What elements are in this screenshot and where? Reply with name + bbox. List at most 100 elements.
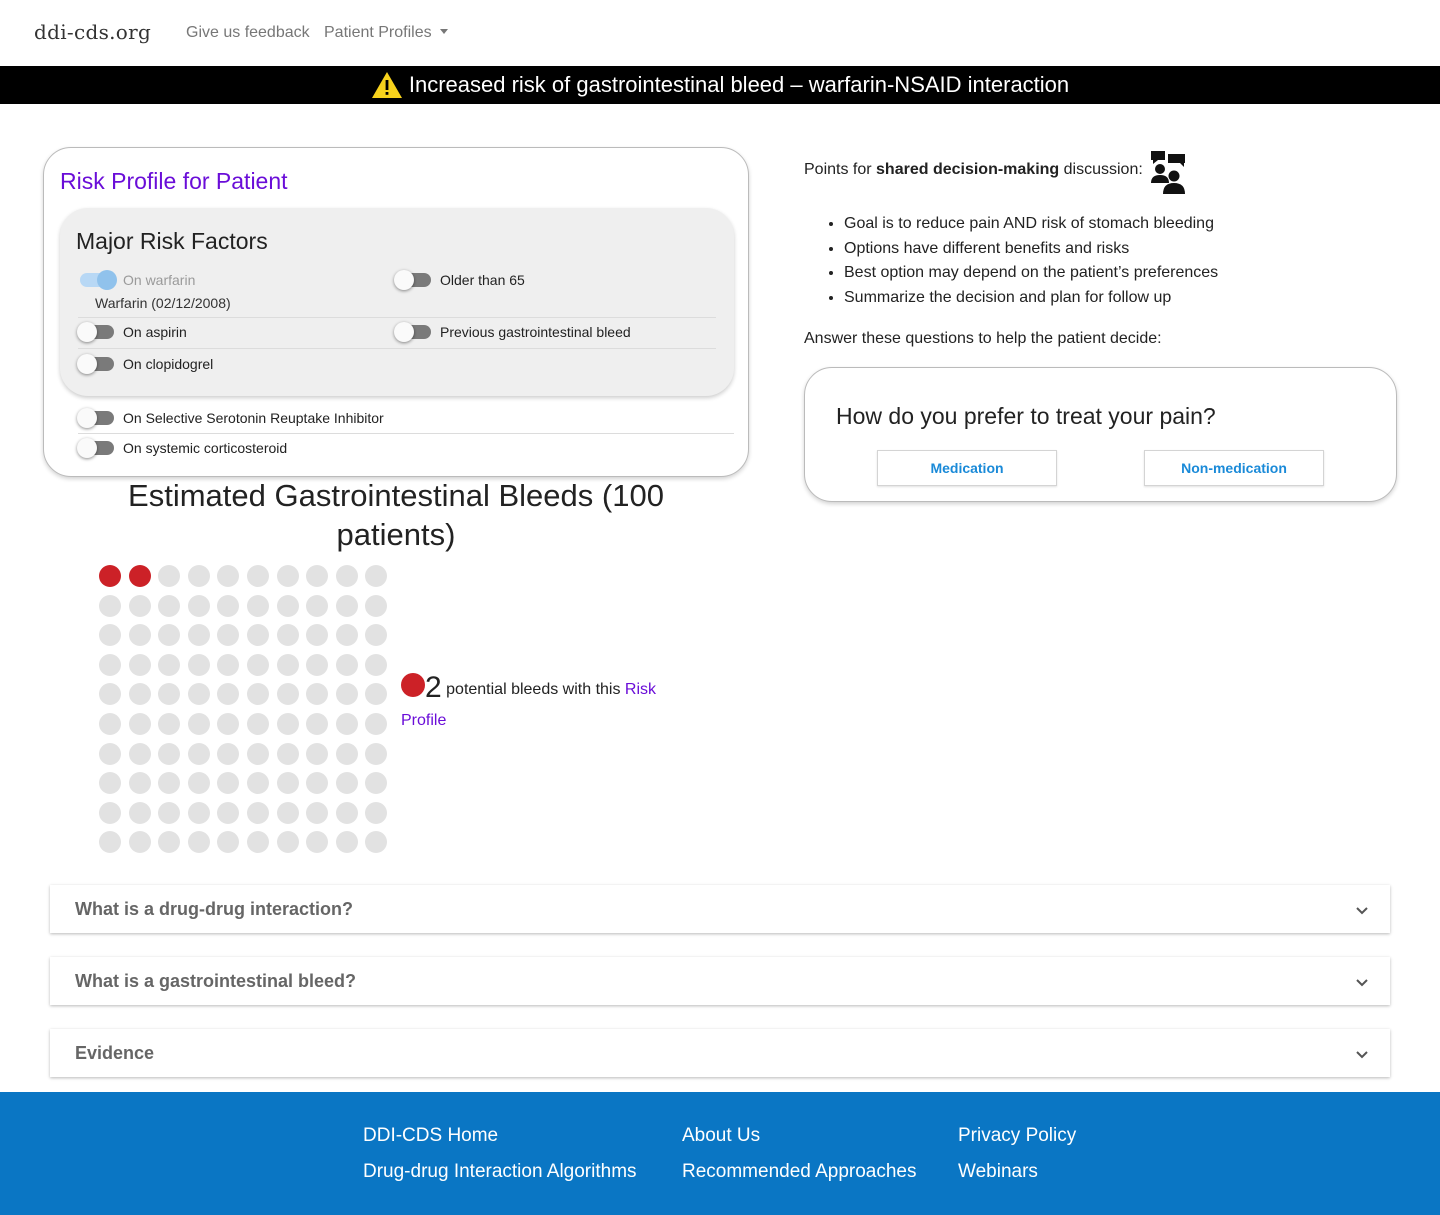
sdm-heading: Points for shared decision-making discus…: [804, 161, 1143, 179]
chevron-down-icon[interactable]: [1354, 1046, 1370, 1062]
patient-dot: [335, 801, 358, 824]
patient-dot: [99, 713, 121, 735]
patient-dot: [128, 742, 151, 765]
switch-on-clopidogrel[interactable]: [77, 354, 114, 374]
question-text: How do you prefer to treat your pain?: [836, 403, 1216, 429]
patient-dot: [247, 713, 269, 735]
nav-patient-profiles-label: Patient Profiles: [324, 24, 432, 41]
pictograph-grid: [99, 565, 391, 857]
patient-dot: [365, 713, 388, 735]
sdm-point: Best option may depend on the patient’s …: [844, 261, 1218, 286]
legend-bleed-dot: [401, 673, 425, 697]
nav-feedback-link[interactable]: Give us feedback: [186, 24, 310, 42]
patient-dot: [99, 683, 121, 706]
switch-on-warfarin[interactable]: [80, 270, 117, 290]
patient-dot: [158, 801, 181, 824]
switch-on-ssri[interactable]: [77, 408, 114, 428]
patient-dot: [365, 683, 388, 706]
accordion-evidence[interactable]: Evidence: [50, 1029, 1390, 1077]
chevron-down-icon[interactable]: [1354, 902, 1370, 918]
accordion-gi-bleed[interactable]: What is a gastrointestinal bleed?: [50, 957, 1390, 1005]
patient-dot: [335, 742, 358, 765]
patient-dot: [217, 565, 240, 587]
patient-dot: [158, 742, 181, 765]
patient-dot: [365, 801, 388, 824]
patient-dot: [217, 624, 240, 647]
toggle-on-clopidogrel[interactable]: On clopidogrel: [77, 354, 213, 374]
divider: [78, 433, 734, 434]
divider: [78, 348, 716, 349]
sdm-points-list: Goal is to reduce pain AND risk of stoma…: [804, 212, 1218, 311]
patient-dot: [217, 683, 240, 706]
patient-dot: [335, 713, 358, 735]
nav-patient-profiles-dropdown[interactable]: Patient Profiles: [324, 24, 448, 42]
switch-older-than-65[interactable]: [394, 270, 431, 290]
patient-dot: [99, 624, 121, 647]
patient-dot: [365, 831, 388, 854]
major-risk-factors-title: Major Risk Factors: [76, 228, 268, 254]
footer-link-home[interactable]: DDI-CDS Home: [363, 1125, 498, 1147]
alert-text: Increased risk of gastrointestinal bleed…: [408, 72, 1070, 97]
accordion-drug-drug-interaction[interactable]: What is a drug-drug interaction?: [50, 885, 1390, 933]
patient-dot: [128, 653, 151, 676]
chevron-down-icon[interactable]: [1354, 974, 1370, 990]
toggle-on-corticosteroid[interactable]: On systemic corticosteroid: [77, 438, 288, 458]
toggle-on-warfarin[interactable]: On warfarin: [80, 270, 195, 290]
patient-dot: [335, 624, 358, 647]
patient-dot: [365, 594, 388, 617]
patient-dot: [128, 801, 151, 824]
patient-dot: [158, 653, 181, 676]
patient-dot: [187, 683, 210, 706]
switch-on-aspirin[interactable]: [77, 322, 114, 342]
patient-dot: [158, 713, 181, 735]
toggle-label: On systemic corticosteroid: [123, 440, 288, 456]
footer-link-webinars[interactable]: Webinars: [958, 1161, 1038, 1183]
patient-dot: [276, 594, 299, 617]
footer: DDI-CDS Home Drug-drug Interaction Algor…: [0, 1092, 1440, 1215]
footer-link-about[interactable]: About Us: [682, 1125, 760, 1147]
medication-button[interactable]: Medication: [877, 450, 1057, 486]
footer-link-approaches[interactable]: Recommended Approaches: [682, 1161, 916, 1183]
toggle-label: On Selective Serotonin Reuptake Inhibito…: [123, 410, 384, 426]
switch-previous-gi-bleed[interactable]: [394, 322, 431, 342]
patient-dot: [335, 683, 358, 706]
toggle-label: Older than 65: [440, 272, 525, 288]
sdm-heading-suffix: discussion:: [1059, 161, 1143, 178]
patient-dot: [128, 831, 151, 854]
patient-dot: [187, 565, 210, 587]
bleed-dot: [99, 565, 121, 587]
patient-dot: [276, 565, 299, 587]
patient-dot: [99, 831, 121, 854]
footer-link-privacy[interactable]: Privacy Policy: [958, 1125, 1076, 1147]
toggle-on-ssri[interactable]: On Selective Serotonin Reuptake Inhibito…: [77, 408, 384, 428]
patient-dot: [276, 653, 299, 676]
patient-dot: [247, 683, 269, 706]
patient-dot: [247, 831, 269, 854]
patient-dot: [335, 594, 358, 617]
major-risk-factors-panel: Major Risk Factors On warfarin Warfarin …: [60, 208, 734, 396]
toggle-on-aspirin[interactable]: On aspirin: [77, 322, 187, 342]
patient-dot: [365, 772, 388, 795]
patient-dot: [158, 624, 181, 647]
patient-dot: [276, 801, 299, 824]
non-medication-button[interactable]: Non-medication: [1144, 450, 1324, 486]
patient-dot: [187, 653, 210, 676]
footer-link-algorithms[interactable]: Drug-drug Interaction Algorithms: [363, 1161, 637, 1183]
patient-dot: [99, 653, 121, 676]
toggle-previous-gi-bleed[interactable]: Previous gastrointestinal bleed: [394, 322, 631, 342]
patient-dot: [306, 831, 329, 854]
toggle-older-than-65[interactable]: Older than 65: [394, 270, 525, 290]
warning-triangle-icon: [371, 72, 402, 98]
patient-dot: [335, 653, 358, 676]
patient-dot: [128, 772, 151, 795]
patient-dot: [217, 742, 240, 765]
sdm-answer-prompt: Answer these questions to help the patie…: [804, 330, 1162, 347]
patient-dot: [247, 624, 269, 647]
accordion-label: What is a gastrointestinal bleed?: [75, 970, 357, 991]
patient-dot: [247, 801, 269, 824]
brand-logo[interactable]: ddi-cds.org: [34, 20, 151, 44]
sdm-point: Goal is to reduce pain AND risk of stoma…: [844, 212, 1218, 237]
patient-dot: [217, 713, 240, 735]
switch-on-corticosteroid[interactable]: [77, 438, 114, 458]
patient-dot: [365, 624, 388, 647]
